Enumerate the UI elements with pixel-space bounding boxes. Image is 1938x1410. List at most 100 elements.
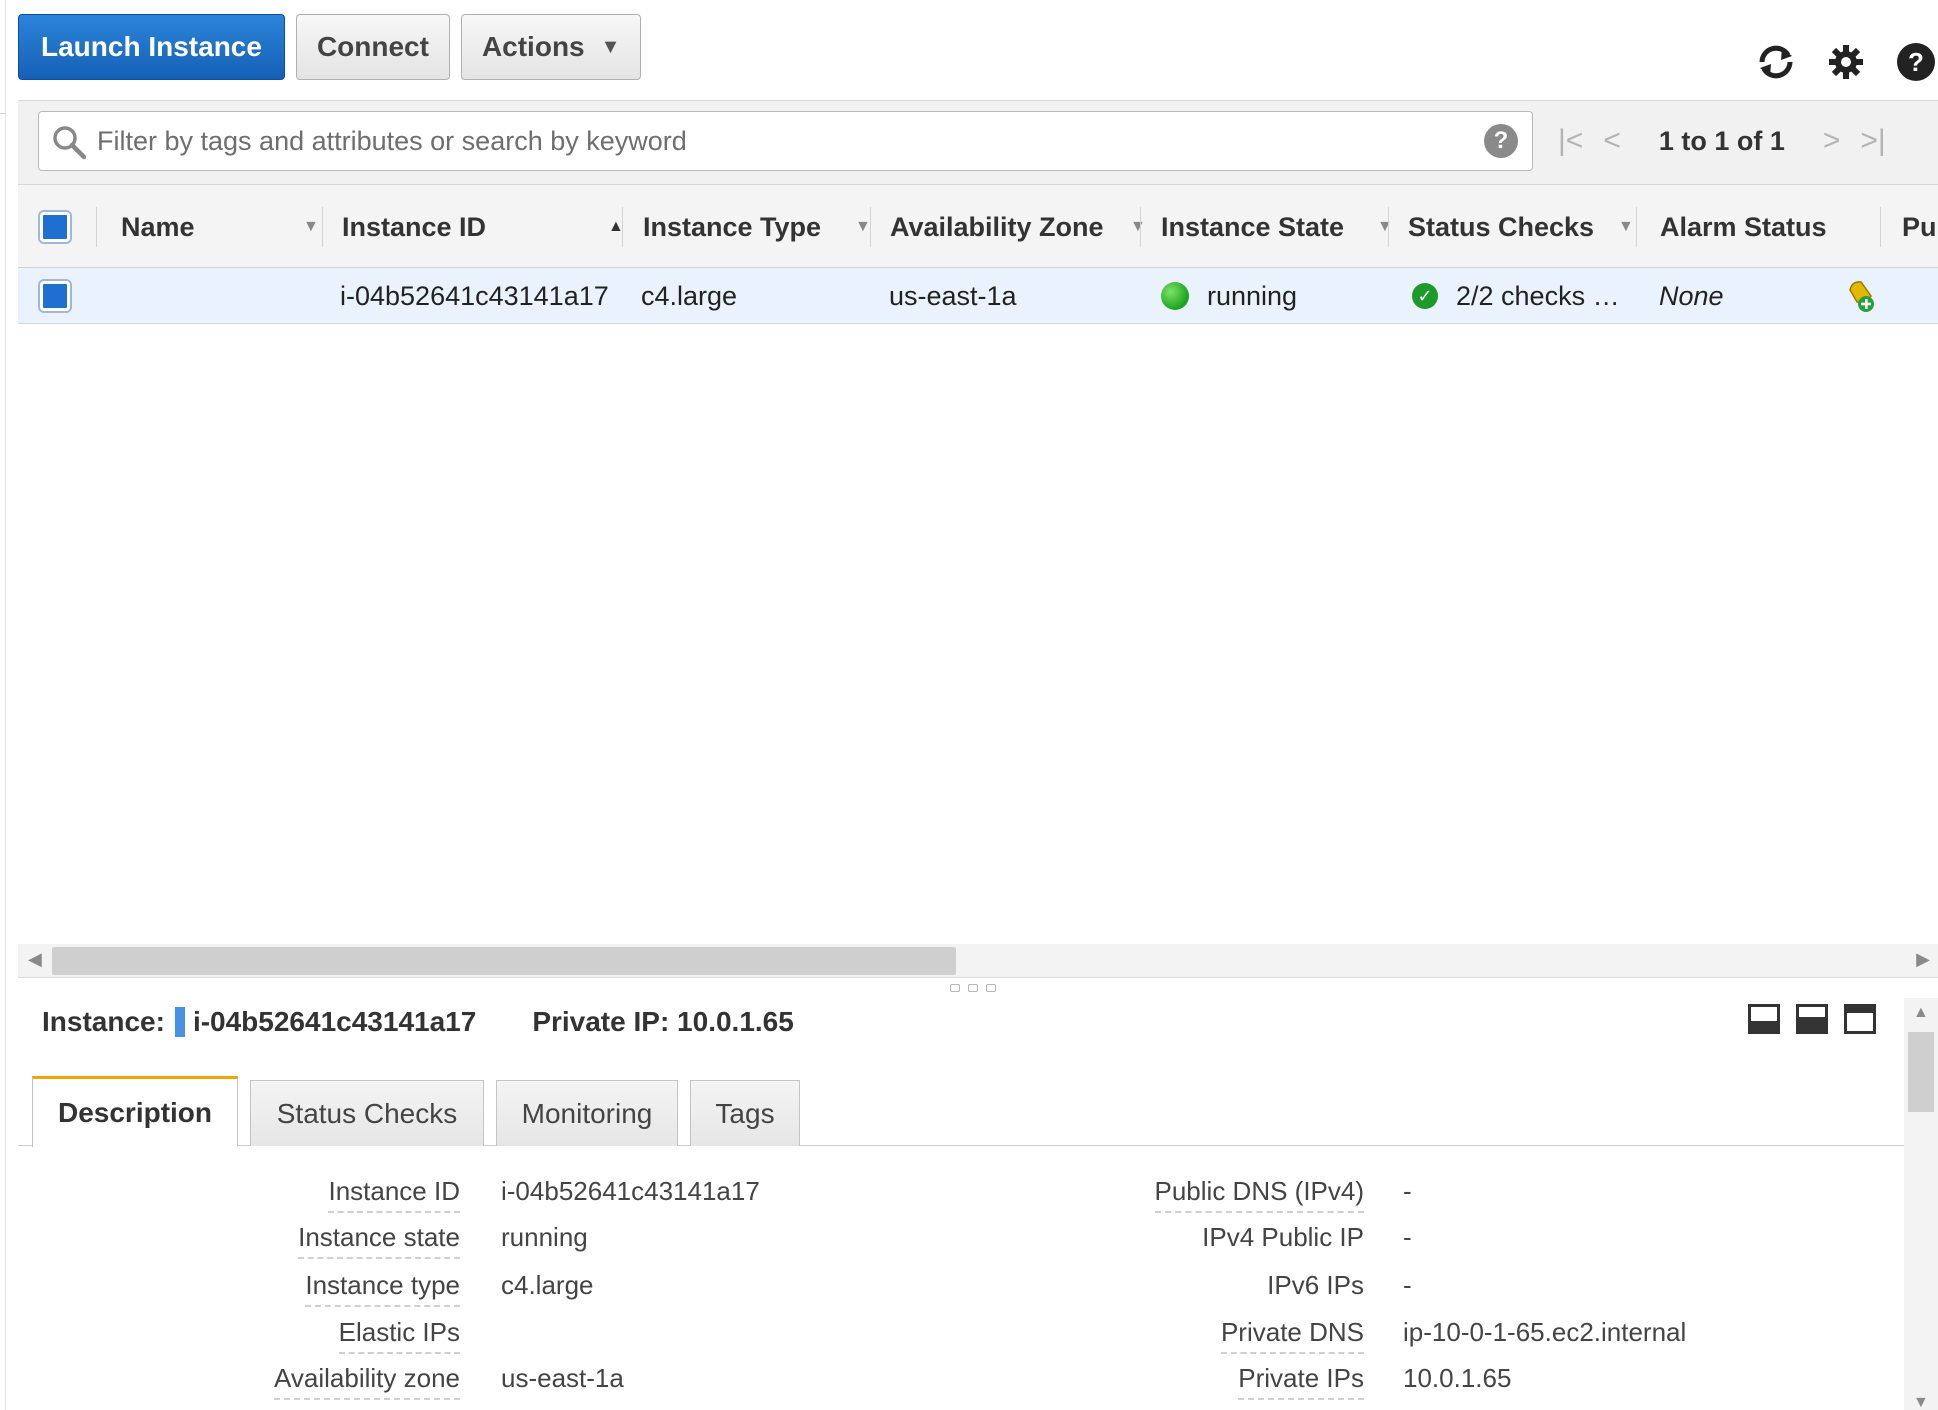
column-label: Instance ID <box>342 211 487 242</box>
column-header-instance-type[interactable]: Instance Type ▼ <box>643 185 873 269</box>
scroll-right-icon[interactable]: ▶ <box>1916 949 1930 970</box>
row-checkbox-cell[interactable] <box>40 268 70 324</box>
last-page-icon[interactable]: >| <box>1860 124 1885 158</box>
column-separator <box>1140 207 1141 247</box>
vertical-scrollbar[interactable]: ▲ ▼ <box>1904 998 1938 1410</box>
search-input[interactable] <box>97 112 1457 170</box>
instance-label: Instance: <box>42 1006 165 1037</box>
cell-status-checks: ✓ 2/2 checks … <box>1412 268 1620 324</box>
detail-value: 10.0.1.65 <box>1403 1363 1512 1393</box>
column-header-instance-state[interactable]: Instance State ▼ <box>1161 185 1401 269</box>
detail-value: running <box>501 1222 588 1252</box>
column-separator <box>870 207 871 247</box>
column-label: Instance State <box>1161 211 1345 242</box>
table-header: Name ▼ Instance ID ▲ Instance Type ▼ Ava… <box>18 184 1938 268</box>
instance-state-text: running <box>1207 280 1298 311</box>
detail-key: Private IPs <box>1238 1363 1364 1400</box>
detail-header: Instance: i-04b52641c43141a17 Private IP… <box>42 1000 794 1044</box>
column-separator <box>96 207 97 247</box>
scroll-left-icon[interactable]: ◀ <box>28 949 42 970</box>
panel-layout-controls <box>1748 1004 1876 1034</box>
sort-caret-icon: ▼ <box>1618 218 1634 235</box>
row-checkbox[interactable] <box>40 281 70 311</box>
detail-value: us-east-1a <box>501 1363 624 1393</box>
sort-caret-icon: ▼ <box>1377 218 1393 235</box>
search-box: ? <box>38 111 1533 171</box>
column-label: Pul <box>1902 211 1938 242</box>
toolbar: Launch Instance Connect Actions ▼ <box>18 14 642 80</box>
tab-tags[interactable]: Tags <box>690 1080 800 1146</box>
check-passed-icon: ✓ <box>1412 283 1438 309</box>
chevron-down-icon: ▼ <box>600 35 621 58</box>
private-ip-label: Private IP: 10.0.1.65 <box>532 1006 794 1037</box>
horizontal-scrollbar[interactable]: ◀ ▶ <box>18 944 1938 978</box>
gear-icon[interactable] <box>1824 40 1868 84</box>
launch-instance-button[interactable]: Launch Instance <box>18 14 285 80</box>
cell-availability-zone: us-east-1a <box>889 280 1017 311</box>
select-all-checkbox[interactable] <box>40 212 70 242</box>
detail-key: Instance type <box>305 1270 460 1307</box>
actions-label: Actions <box>481 31 585 62</box>
scroll-thumb[interactable] <box>52 947 956 975</box>
panel-resize-handle[interactable] <box>950 984 996 992</box>
column-label: Status Checks <box>1408 211 1595 242</box>
detail-instance-id: i-04b52641c43141a17 <box>192 1006 477 1037</box>
help-glyph: ? <box>1897 43 1935 81</box>
detail-key: Instance state <box>298 1222 460 1259</box>
next-page-icon[interactable]: > <box>1823 124 1841 158</box>
connect-button[interactable]: Connect <box>295 14 450 80</box>
detail-key: Public DNS (IPv4) <box>1154 1176 1364 1213</box>
detail-key: Availability zone <box>274 1363 460 1400</box>
running-status-icon <box>1161 282 1189 310</box>
detail-value: - <box>1403 1270 1412 1300</box>
column-header-name[interactable]: Name ▼ <box>121 185 321 269</box>
pagination: |< < 1 to 1 of 1 > >| <box>1558 111 1886 171</box>
tab-description[interactable]: Description <box>32 1076 238 1147</box>
prev-page-icon[interactable]: < <box>1603 124 1621 158</box>
column-label: Alarm Status <box>1660 211 1827 242</box>
tab-monitoring[interactable]: Monitoring <box>496 1080 678 1146</box>
column-header-alarm-status[interactable]: Alarm Status <box>1660 185 1880 269</box>
status-checks-text: 2/2 checks … <box>1456 280 1620 311</box>
scroll-thumb[interactable] <box>1908 1032 1934 1112</box>
filter-help-icon[interactable]: ? <box>1484 124 1518 158</box>
instance-color-bar <box>174 1007 185 1037</box>
first-page-icon[interactable]: |< <box>1558 124 1583 158</box>
table-row[interactable]: i-04b52641c43141a17 c4.large us-east-1a … <box>18 268 1938 324</box>
cell-instance-state: running <box>1161 268 1297 324</box>
actions-dropdown-button[interactable]: Actions ▼ <box>460 14 642 80</box>
help-icon[interactable]: ? <box>1894 40 1938 84</box>
scroll-up-icon[interactable]: ▲ <box>1913 1004 1929 1022</box>
detail-value: - <box>1403 1222 1412 1252</box>
column-label: Name <box>121 211 195 242</box>
column-label: Availability Zone <box>890 211 1104 242</box>
column-separator <box>1388 207 1389 247</box>
cell-instance-type: c4.large <box>641 280 738 311</box>
panel-full-icon[interactable] <box>1844 1004 1876 1034</box>
search-icon <box>51 124 87 165</box>
detail-value: - <box>1403 1176 1412 1206</box>
refresh-icon[interactable] <box>1754 40 1798 84</box>
pagination-label: 1 to 1 of 1 <box>1658 125 1785 156</box>
frame-tick <box>0 113 6 114</box>
detail-key: Instance ID <box>328 1176 460 1213</box>
sort-caret-icon: ▼ <box>303 218 319 235</box>
filter-bar: ? |< < 1 to 1 of 1 > >| <box>18 100 1938 184</box>
panel-half-icon[interactable] <box>1796 1004 1828 1034</box>
column-header-status-checks[interactable]: Status Checks ▼ <box>1408 185 1638 269</box>
column-header-public[interactable]: Pul <box>1902 185 1938 269</box>
select-all-checkbox-cell[interactable] <box>40 185 70 269</box>
column-separator <box>322 207 323 247</box>
left-frame-edge <box>0 0 6 1410</box>
detail-value: i-04b52641c43141a17 <box>501 1176 760 1206</box>
add-alarm-icon[interactable] <box>1844 268 1880 324</box>
column-separator <box>1880 207 1881 247</box>
scroll-down-icon[interactable]: ▼ <box>1913 1394 1929 1410</box>
detail-key: Elastic IPs <box>338 1317 460 1354</box>
column-header-instance-id[interactable]: Instance ID ▲ <box>342 185 632 269</box>
detail-key: IPv4 Public IP <box>1202 1222 1364 1252</box>
panel-bottom-icon[interactable] <box>1748 1004 1780 1034</box>
detail-value: c4.large <box>501 1270 594 1300</box>
tab-status-checks[interactable]: Status Checks <box>250 1080 484 1146</box>
column-header-availability-zone[interactable]: Availability Zone ▼ <box>890 185 1160 269</box>
